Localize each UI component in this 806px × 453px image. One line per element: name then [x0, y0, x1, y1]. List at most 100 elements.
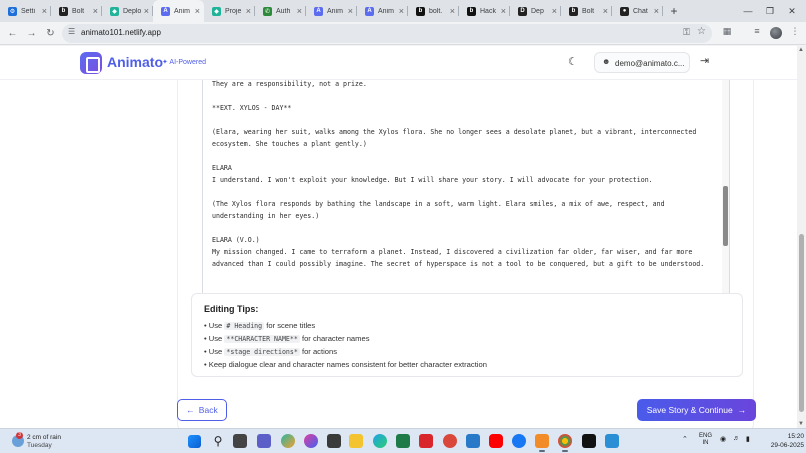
- tab-close-icon[interactable]: ×: [552, 5, 557, 17]
- browser-tab[interactable]: b Bolt ×: [51, 0, 102, 22]
- page-scroll-down-icon[interactable]: ▼: [798, 421, 804, 427]
- notepad-icon[interactable]: [605, 434, 619, 448]
- save-story-continue-button[interactable]: Save Story & Continue →: [637, 399, 756, 421]
- tab-favicon-icon: D: [518, 6, 527, 16]
- browser-tab[interactable]: ◆ Proje ×: [204, 0, 255, 22]
- address-bar[interactable]: ☰ animato101.netlify.app ⚿ ☆: [62, 24, 712, 43]
- tab-close-icon[interactable]: ×: [246, 5, 251, 17]
- weather-widget[interactable]: 3 2 cm of rain Tuesday: [12, 432, 92, 451]
- app-badge-icon[interactable]: [443, 434, 457, 448]
- facebook-icon[interactable]: [512, 434, 526, 448]
- page-scroll-thumb[interactable]: [799, 234, 804, 412]
- mcafee-icon[interactable]: [419, 434, 433, 448]
- password-key-icon[interactable]: ⚿: [683, 27, 690, 38]
- script-editor-textarea[interactable]: We are Xylos. We have watched you. We un…: [202, 76, 730, 314]
- task-view-icon[interactable]: [233, 434, 247, 448]
- language-indicator[interactable]: ENG IN: [699, 433, 712, 447]
- edge-icon[interactable]: [373, 434, 387, 448]
- tab-title: Bolt: [582, 7, 595, 15]
- tab-close-icon[interactable]: ×: [450, 5, 455, 17]
- brand-name[interactable]: Animato: [107, 54, 163, 70]
- tip-text: • Keep dialogue clear and character name…: [204, 360, 487, 369]
- file-explorer-icon[interactable]: [349, 434, 363, 448]
- start-menu-icon[interactable]: [188, 435, 201, 448]
- back-arrow-icon[interactable]: ←: [5, 26, 20, 41]
- tab-close-icon[interactable]: ×: [195, 5, 200, 17]
- back-button[interactable]: ← Back: [177, 399, 227, 421]
- browser-tab[interactable]: A Anim ×: [357, 0, 408, 22]
- youtube-icon[interactable]: [489, 434, 503, 448]
- tab-favicon-icon: b: [416, 6, 425, 16]
- copilot-icon[interactable]: [281, 434, 295, 448]
- excel-icon[interactable]: [396, 434, 410, 448]
- moon-icon[interactable]: ☾: [568, 55, 578, 68]
- page-scroll-up-icon[interactable]: ▲: [798, 47, 804, 53]
- tab-title: Anim: [174, 7, 190, 15]
- tab-close-icon[interactable]: ×: [603, 5, 608, 17]
- browser-menu-icon[interactable]: ⋮: [788, 26, 802, 37]
- browser-tab[interactable]: b bolt. ×: [408, 0, 459, 22]
- search-icon[interactable]: ⚲: [211, 434, 225, 448]
- chevron-up-icon[interactable]: ⌃: [682, 435, 688, 443]
- editor-scrollbar[interactable]: ▼: [722, 76, 729, 313]
- teams-icon[interactable]: [257, 434, 271, 448]
- browser-tab[interactable]: b Hack ×: [459, 0, 510, 22]
- tab-title: Hack: [480, 7, 496, 15]
- tab-favicon-icon: A: [161, 6, 170, 16]
- save-button-label: Save Story & Continue: [646, 405, 733, 415]
- system-clock[interactable]: 15:20 29-06-2025: [760, 432, 804, 450]
- page-scrollbar[interactable]: ▲ ▼: [797, 46, 806, 428]
- chrome-icon[interactable]: [558, 434, 572, 452]
- tab-close-icon[interactable]: ×: [297, 5, 302, 17]
- photos-icon[interactable]: [466, 434, 480, 448]
- tab-title: Auth: [276, 7, 291, 15]
- tab-close-icon[interactable]: ×: [93, 5, 98, 17]
- script-line: **EXT. XYLOS - DAY**: [212, 104, 292, 112]
- reload-icon[interactable]: ↻: [43, 26, 58, 41]
- volume-icon[interactable]: ♬: [733, 435, 740, 442]
- browser-tab[interactable]: ◆ Deplo ×: [102, 0, 153, 22]
- terminal-icon[interactable]: [582, 434, 596, 448]
- tab-favicon-icon: ◆: [110, 6, 119, 16]
- close-window-icon[interactable]: ✕: [780, 0, 804, 22]
- browser-tab[interactable]: ✆ Auth ×: [255, 0, 306, 22]
- site-info-icon[interactable]: ☰: [68, 27, 75, 36]
- tab-close-icon[interactable]: ×: [348, 5, 353, 17]
- minimize-icon[interactable]: —: [736, 0, 760, 22]
- region-code: IN: [702, 440, 709, 446]
- tab-close-icon[interactable]: ×: [399, 5, 404, 17]
- bookmark-star-icon[interactable]: ☆: [697, 26, 706, 37]
- editor-scroll-thumb[interactable]: [723, 186, 728, 246]
- url-text[interactable]: animato101.netlify.app: [81, 28, 161, 37]
- tab-close-icon[interactable]: ×: [501, 5, 506, 17]
- browser-tab[interactable]: A Anim ×: [153, 0, 204, 22]
- tab-close-icon[interactable]: ×: [42, 5, 47, 17]
- forward-arrow-icon[interactable]: →: [24, 26, 39, 41]
- browser-toolbar: ← → ↻ ☰ animato101.netlify.app ⚿ ☆ ▦ ≡ ⋮: [0, 22, 806, 45]
- animato-logo-icon[interactable]: [80, 52, 102, 74]
- user-menu[interactable]: ☻ demo@animato.c...: [594, 52, 690, 73]
- tab-title: Proje: [225, 7, 242, 15]
- battery-icon[interactable]: ▮: [746, 435, 750, 443]
- browser-tab[interactable]: ● Chat ×: [612, 0, 663, 22]
- browser-tab[interactable]: b Bolt ×: [561, 0, 612, 22]
- browser-tab[interactable]: A Anim ×: [306, 0, 357, 22]
- extensions-icon[interactable]: ▦: [720, 26, 734, 37]
- profile-avatar[interactable]: [770, 27, 782, 39]
- wifi-icon[interactable]: ◉: [720, 435, 726, 443]
- active-app-icon[interactable]: [535, 434, 549, 452]
- tab-close-icon[interactable]: ×: [144, 5, 149, 17]
- reading-list-icon[interactable]: ≡: [750, 26, 764, 36]
- tab-favicon-icon: A: [314, 6, 323, 16]
- tab-title: Anim: [327, 7, 343, 15]
- browser-tab[interactable]: ⚙ Setti ×: [0, 0, 51, 22]
- tip-syntax-example: *stage directions*: [224, 348, 300, 356]
- tab-title: Anim: [378, 7, 394, 15]
- browser-tab[interactable]: D Dep ×: [510, 0, 561, 22]
- logout-icon[interactable]: ⇥: [700, 54, 709, 67]
- new-tab-button[interactable]: +: [663, 0, 685, 22]
- colorful-app-icon[interactable]: [304, 434, 318, 448]
- tab-close-icon[interactable]: ×: [654, 5, 659, 17]
- app-icon[interactable]: [327, 434, 341, 448]
- restore-icon[interactable]: ❐: [758, 0, 782, 22]
